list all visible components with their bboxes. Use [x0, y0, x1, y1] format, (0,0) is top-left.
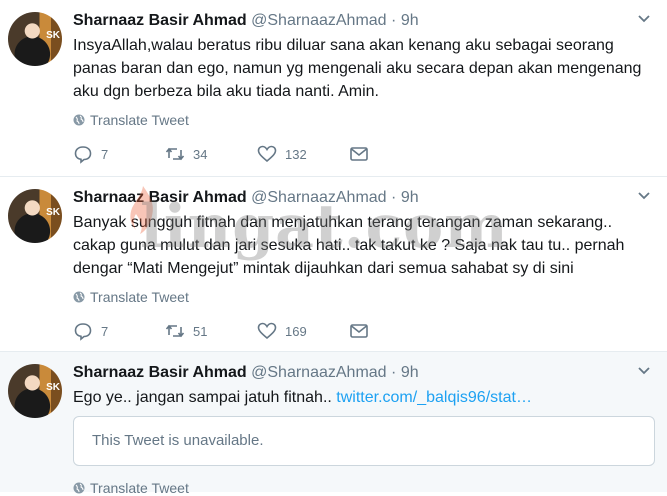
message-icon [350, 147, 368, 161]
chevron-down-icon[interactable] [637, 14, 651, 24]
globe-icon [73, 482, 85, 494]
translate-tweet[interactable]: Translate Tweet [73, 289, 189, 305]
message-icon [350, 324, 368, 338]
tweet-3[interactable]: SK Sharnaaz Basir Ahmad @SharnaazAhmad ·… [0, 352, 667, 496]
quoted-tweet-text: This Tweet is unavailable. [92, 432, 264, 449]
chevron-down-icon[interactable] [637, 191, 651, 201]
globe-icon [73, 114, 85, 126]
author-handle[interactable]: @SharnaazAhmad [251, 12, 386, 29]
translate-tweet[interactable]: Translate Tweet [73, 480, 189, 496]
separator: · [391, 364, 397, 381]
avatar[interactable]: SK [8, 189, 62, 243]
retweet-count: 51 [193, 323, 208, 339]
translate-label: Translate Tweet [90, 480, 189, 496]
message-button[interactable] [349, 321, 369, 341]
retweet-count: 34 [193, 146, 208, 162]
translate-label: Translate Tweet [90, 289, 189, 305]
tweet-actions: 7 51 169 [73, 321, 369, 341]
tweet-text: Banyak sungguh fitnah dan menjatuhkan te… [73, 214, 625, 277]
reply-count: 7 [101, 323, 109, 339]
translate-label: Translate Tweet [90, 112, 189, 128]
author-handle[interactable]: @SharnaazAhmad [251, 189, 386, 206]
like-count: 132 [285, 146, 307, 162]
like-count: 169 [285, 323, 307, 339]
translate-tweet[interactable]: Translate Tweet [73, 112, 189, 128]
reply-icon [74, 146, 92, 164]
heart-icon [257, 145, 277, 163]
tweet-text-container: Ego ye.. jangan sampai jatuh fitnah.. tw… [73, 386, 643, 409]
heart-icon [257, 322, 277, 340]
reply-button[interactable]: 7 [73, 321, 165, 341]
like-button[interactable]: 169 [257, 321, 349, 341]
tweet-header: Sharnaaz Basir Ahmad @SharnaazAhmad · 9h [73, 12, 419, 30]
globe-icon [73, 291, 85, 303]
author-handle[interactable]: @SharnaazAhmad [251, 364, 386, 381]
avatar[interactable]: SK [8, 364, 62, 418]
retweet-button[interactable]: 51 [165, 321, 257, 341]
tweet-link[interactable]: twitter.com/_balqis96/stat… [336, 389, 532, 406]
author-name[interactable]: Sharnaaz Basir Ahmad [73, 364, 247, 381]
like-button[interactable]: 132 [257, 144, 349, 164]
reply-icon [74, 323, 92, 341]
timestamp[interactable]: 9h [401, 364, 419, 381]
tweet-1[interactable]: SK Sharnaaz Basir Ahmad @SharnaazAhmad ·… [0, 0, 667, 177]
author-name[interactable]: Sharnaaz Basir Ahmad [73, 189, 247, 206]
avatar[interactable]: SK [8, 12, 62, 66]
message-button[interactable] [349, 144, 369, 164]
quoted-tweet-card[interactable]: This Tweet is unavailable. [73, 416, 655, 466]
tweet-header: Sharnaaz Basir Ahmad @SharnaazAhmad · 9h [73, 189, 419, 207]
reply-count: 7 [101, 146, 109, 162]
tweet-actions: 7 34 132 [73, 144, 369, 164]
tweet-text: Ego ye.. jangan sampai jatuh fitnah.. [73, 389, 332, 406]
author-name[interactable]: Sharnaaz Basir Ahmad [73, 12, 247, 29]
retweet-icon [165, 147, 185, 161]
timestamp[interactable]: 9h [401, 12, 419, 29]
retweet-icon [165, 324, 185, 338]
timestamp[interactable]: 9h [401, 189, 419, 206]
separator: · [391, 189, 397, 206]
chevron-down-icon[interactable] [637, 366, 651, 376]
reply-button[interactable]: 7 [73, 144, 165, 164]
tweet-2[interactable]: SK Sharnaaz Basir Ahmad @SharnaazAhmad ·… [0, 177, 667, 352]
separator: · [391, 12, 397, 29]
tweet-header: Sharnaaz Basir Ahmad @SharnaazAhmad · 9h [73, 364, 419, 382]
retweet-button[interactable]: 34 [165, 144, 257, 164]
tweet-text: InsyaAllah,walau beratus ribu diluar san… [73, 37, 642, 100]
